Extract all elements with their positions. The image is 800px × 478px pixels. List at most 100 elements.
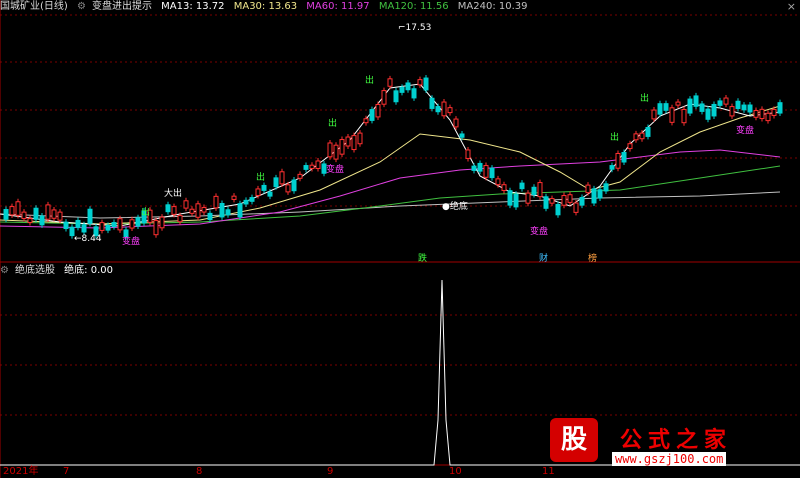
- candle-body: [303, 165, 309, 170]
- axis-month-10: 10: [449, 466, 462, 477]
- candle-body: [21, 211, 27, 220]
- candle-body: [27, 218, 33, 224]
- candle-body: [609, 165, 615, 170]
- candle-body: [705, 108, 711, 120]
- candle-body: [579, 197, 585, 206]
- candle-body: [597, 189, 603, 199]
- candle-body: [231, 195, 237, 200]
- signal-out: 出: [141, 208, 151, 218]
- candle-body: [399, 86, 405, 93]
- candle-body: [15, 201, 21, 216]
- candle-body: [309, 164, 315, 170]
- candle-body: [3, 208, 9, 220]
- candle-body: [489, 167, 495, 179]
- candle-body: [345, 136, 351, 147]
- signal-big-out: 大出: [164, 189, 183, 199]
- candle-body: [573, 202, 579, 213]
- signal-change: 变盘: [326, 165, 345, 175]
- candle-body: [9, 206, 15, 216]
- candlesticks: [3, 75, 783, 240]
- candle-body: [711, 103, 717, 117]
- axis-month-7: 7: [63, 466, 70, 477]
- candle-body: [663, 103, 669, 111]
- candle-body: [369, 109, 375, 121]
- candle-body: [117, 218, 123, 231]
- candle-body: [81, 224, 87, 233]
- candle-body: [153, 220, 159, 236]
- chart-canvas[interactable]: [0, 0, 800, 478]
- candle-body: [633, 133, 639, 141]
- candle-body: [507, 190, 513, 206]
- candle-body: [273, 177, 279, 188]
- candle-body: [753, 110, 759, 118]
- candle-body: [723, 97, 729, 105]
- candle-body: [177, 215, 183, 223]
- candle-body: [423, 77, 429, 91]
- candle-body: [531, 186, 537, 196]
- candle-body: [549, 198, 555, 204]
- candle-body: [75, 219, 81, 228]
- candle-body: [747, 104, 753, 113]
- candle-body: [207, 212, 213, 221]
- signal-bottom: ●绝底: [442, 202, 468, 212]
- candle-body: [441, 101, 447, 117]
- candle-body: [357, 132, 363, 145]
- logo-name: 公式之家: [620, 428, 733, 453]
- candle-body: [45, 204, 51, 220]
- candle-body: [351, 135, 357, 151]
- candle-body: [681, 109, 687, 124]
- candle-body: [51, 209, 57, 219]
- candle-body: [567, 194, 573, 203]
- candle-body: [561, 195, 567, 206]
- tag-bottom: 榜: [588, 254, 598, 264]
- candle-body: [39, 215, 45, 226]
- candle-body: [135, 217, 141, 227]
- signal-out: 出: [610, 133, 620, 143]
- candle-body: [33, 207, 39, 220]
- candle-body: [339, 139, 345, 155]
- candle-body: [165, 204, 171, 213]
- candle-body: [453, 118, 459, 128]
- candle-body: [777, 102, 783, 114]
- logo-glyph: 股: [550, 418, 598, 462]
- candle-body: [687, 98, 693, 114]
- candle-body: [225, 209, 231, 216]
- signal-out: 出: [328, 119, 338, 129]
- watermark-logo: 股 公式之家 www.gszj100.com: [550, 418, 770, 474]
- candle-body: [501, 184, 507, 191]
- candle-body: [513, 193, 519, 208]
- candle-body: [105, 225, 111, 231]
- tag-wealth: 财: [539, 254, 549, 264]
- candle-body: [63, 221, 69, 230]
- candle-body: [249, 197, 255, 202]
- candle-body: [525, 192, 531, 204]
- candle-body: [591, 188, 597, 204]
- candle-body: [447, 107, 453, 114]
- candle-body: [387, 78, 393, 87]
- logo-url: www.gszj100.com: [612, 452, 727, 466]
- candle-body: [657, 103, 663, 115]
- candle-body: [741, 104, 747, 111]
- candle-body: [735, 100, 741, 109]
- candle-body: [285, 184, 291, 193]
- ma120-line: [0, 165, 781, 225]
- candle-body: [315, 160, 321, 170]
- tag-fall: 跌: [418, 254, 428, 264]
- candle-body: [717, 100, 723, 106]
- candle-body: [183, 200, 189, 209]
- candle-body: [765, 112, 771, 122]
- candle-body: [99, 222, 105, 231]
- signal-change: 变盘: [530, 227, 549, 237]
- candle-body: [363, 118, 369, 124]
- candle-body: [555, 203, 561, 216]
- candle-body: [297, 173, 303, 179]
- ma60-line: [0, 149, 781, 229]
- candle-body: [621, 152, 627, 163]
- candle-body: [771, 108, 777, 116]
- candle-body: [411, 88, 417, 99]
- candle-body: [243, 199, 249, 205]
- candle-body: [483, 165, 489, 178]
- candle-body: [459, 133, 465, 138]
- candle-body: [615, 152, 621, 169]
- candle-body: [669, 107, 675, 123]
